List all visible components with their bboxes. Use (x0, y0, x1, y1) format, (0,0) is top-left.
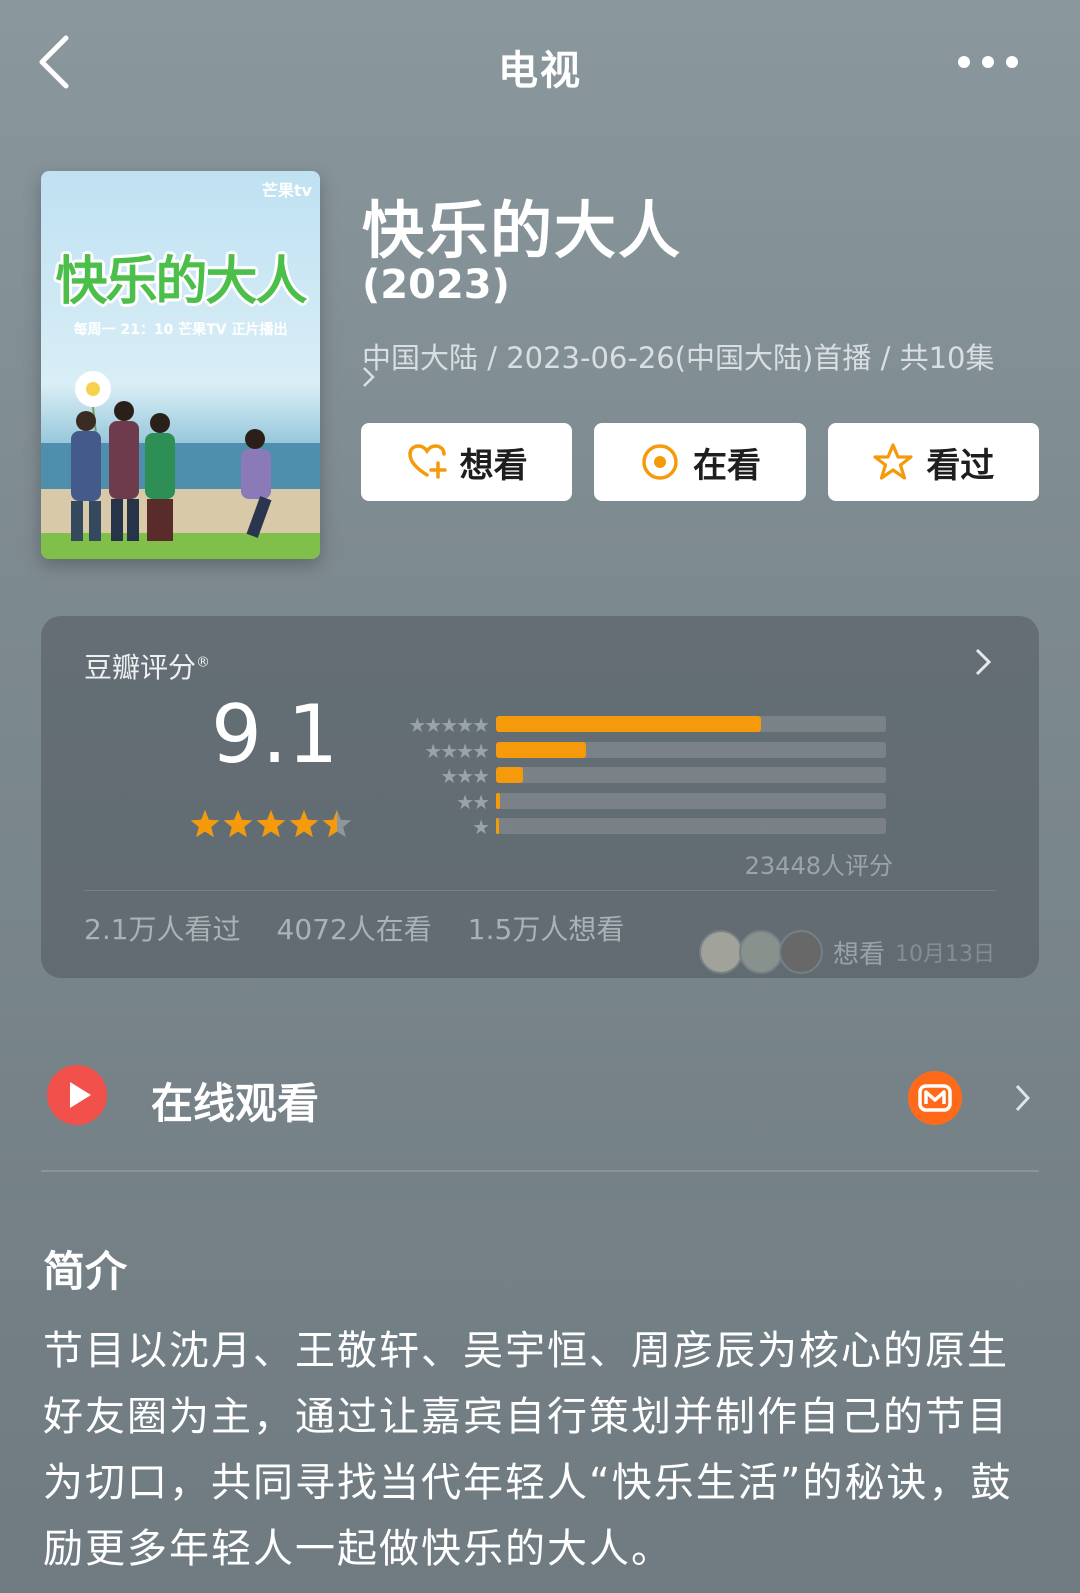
friend-avatar (698, 930, 743, 974)
want-to-watch-button[interactable]: 想看 (361, 423, 573, 501)
rating-divider (84, 890, 996, 891)
dist-track (496, 792, 886, 809)
dist-track (496, 767, 886, 783)
star-outline-icon (873, 443, 913, 480)
rating-chevron-icon[interactable] (973, 642, 995, 682)
dist-bar (496, 741, 586, 758)
dist-star-icons: ★★ (456, 789, 490, 814)
dist-track (496, 741, 886, 758)
poster-artwork (41, 171, 320, 559)
rating-card[interactable]: 豆瓣评分® 9.1 ★★★★★ ★★★★ ★★★ ★★ ★ 23448人评分 2.1万人… (41, 616, 1039, 978)
intro-title: 简介 (43, 1247, 128, 1296)
watching-button[interactable]: 在看 (594, 423, 806, 501)
rating-stars (190, 810, 352, 838)
chevron-right-icon (1015, 1084, 1031, 1112)
target-icon (642, 444, 678, 480)
rating-star-fill (190, 810, 220, 838)
stat-watching[interactable]: 4072人在看 (277, 908, 432, 948)
top-bar: 电视 (0, 0, 1080, 125)
more-dots-icon (958, 56, 1018, 68)
dist-bar (496, 767, 524, 783)
poster-image[interactable]: 芒果tv 快乐的大人 每周一 21：10 芒果TV 正片播出 (41, 171, 320, 559)
dist-row-5-star: ★★★★★ (386, 711, 926, 737)
want-to-watch-label: 想看 (459, 445, 528, 486)
friend-date: 10月13日 (895, 942, 995, 967)
dist-bar (496, 792, 500, 809)
watch-online-label: 在线观看 (151, 1079, 320, 1128)
dist-row-3-star: ★★★ (386, 762, 926, 788)
intro-body: 节目以沈月、王敬轩、吴宇恒、周彦辰为核心的原生好友圈为主，通过让嘉宾自行策划并制… (43, 1328, 1013, 1572)
rating-count: 23448人评分 (744, 852, 893, 880)
dist-track (496, 818, 886, 834)
stat-want[interactable]: 1.5万人想看 (468, 908, 625, 948)
registered-mark: ® (196, 654, 211, 671)
page-title: 电视 (498, 48, 582, 94)
stat-watched[interactable]: 2.1万人看过 (84, 908, 241, 948)
friend-action: 想看 (832, 939, 885, 970)
rating-star-fill (223, 810, 253, 838)
dist-star-icons: ★★★ (440, 764, 490, 788)
dist-star-icons: ★★★★ (424, 738, 490, 763)
meta-chevron-icon[interactable] (362, 365, 376, 395)
dist-star-icons: ★★★★★ (408, 713, 490, 737)
show-year: (2023) (362, 262, 510, 308)
dist-bar (496, 818, 499, 834)
mango-tv-logo-icon[interactable] (907, 1070, 963, 1126)
friend-avatar (738, 930, 783, 974)
rating-score: 9.1 (211, 688, 339, 781)
play-icon (47, 1065, 107, 1125)
watching-label: 在看 (692, 445, 761, 486)
rating-source: 豆瓣评分® (84, 646, 210, 686)
action-row: 想看 在看 看过 (361, 423, 1039, 501)
show-title: 快乐的大人 (362, 194, 683, 267)
watched-label: 看过 (926, 445, 995, 486)
more-button[interactable] (956, 50, 1020, 74)
watched-button[interactable]: 看过 (827, 423, 1039, 501)
show-meta[interactable]: 中国大陆 / 2023-06-26(中国大陆)首播 / 共10集 (362, 338, 1052, 378)
dist-track (496, 716, 886, 732)
section-divider (41, 1170, 1039, 1172)
stat-row: 2.1万人看过 4072人在看 1.5万人想看 (84, 908, 624, 948)
heart-plus-icon (407, 444, 447, 479)
dist-row-4-star: ★★★★ (386, 737, 926, 763)
dist-row-1-star: ★ (386, 813, 926, 839)
rating-star-fill (289, 810, 319, 838)
watch-online-row[interactable]: 在线观看 (41, 1060, 1039, 1132)
rating-distribution: ★★★★★ ★★★★ ★★★ ★★ ★ (386, 711, 926, 851)
friend-avatar (778, 930, 823, 974)
dist-row-2-star: ★★ (386, 788, 926, 814)
dist-star-icons: ★ (472, 815, 490, 839)
dist-bar (496, 716, 762, 732)
friend-activity[interactable]: 想看 10月13日 (698, 930, 995, 974)
rating-star-fill (256, 810, 286, 838)
rating-source-label: 豆瓣评分 (84, 651, 197, 684)
